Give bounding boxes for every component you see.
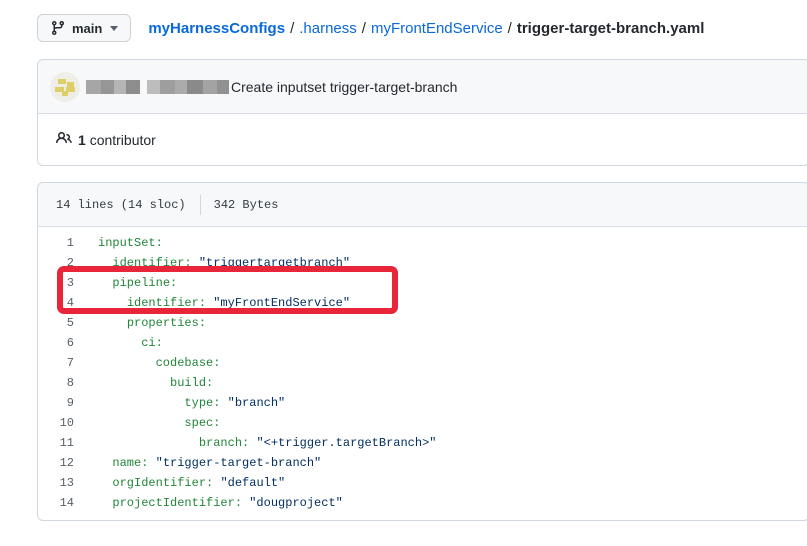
breadcrumb-current-file: trigger-target-branch.yaml [517, 20, 705, 37]
line-number[interactable]: 9 [38, 393, 74, 413]
line-number[interactable]: 7 [38, 353, 74, 373]
contributors-link[interactable]: 1 contributor [56, 130, 156, 149]
line-number[interactable]: 8 [38, 373, 74, 393]
code-line: 10 spec: [38, 413, 807, 433]
code-text: build: [98, 373, 213, 393]
code-line: 9 type: "branch" [38, 393, 807, 413]
breadcrumb-link[interactable]: myHarnessConfigs [148, 20, 285, 37]
file-meta-bar: 14 lines (14 sloc) 342 Bytes [38, 183, 807, 227]
breadcrumb-separator: / [508, 20, 512, 37]
line-number[interactable]: 14 [38, 493, 74, 513]
code-text: identifier: "myFrontEndService" [98, 293, 350, 313]
code-line: 6 ci: [38, 333, 807, 353]
contributor-count: 1 [78, 132, 86, 148]
commit-info-box: Create inputset trigger-target-branch 1 … [37, 59, 807, 166]
contributor-label: contributor [90, 132, 156, 148]
code-view: 1inputSet:2 identifier: "triggertargetbr… [38, 227, 807, 520]
code-line: 12 name: "trigger-target-branch" [38, 453, 807, 473]
code-text: orgIdentifier: "default" [98, 473, 285, 493]
redacted-text-block [86, 80, 140, 94]
redacted-text-block [147, 80, 229, 94]
contributors-row: 1 contributor [38, 114, 807, 165]
code-text: spec: [98, 413, 220, 433]
file-line-count: 14 lines (14 sloc) [56, 198, 186, 212]
avatar[interactable] [50, 72, 80, 102]
code-line: 1 inputSet: [38, 233, 807, 253]
breadcrumb-separator: / [290, 20, 294, 37]
code-line: 4 identifier: "myFrontEndService" [38, 293, 807, 313]
chevron-down-icon [110, 26, 118, 31]
line-number[interactable]: 11 [38, 433, 74, 453]
commit-author-redacted[interactable] [86, 80, 229, 94]
code-text: codebase: [98, 353, 220, 373]
line-number[interactable]: 12 [38, 453, 74, 473]
breadcrumb-separator: / [362, 20, 366, 37]
code-line: 7 codebase: [38, 353, 807, 373]
file-size: 342 Bytes [214, 198, 279, 212]
line-number[interactable]: 2 [38, 253, 74, 273]
file-content-box: 14 lines (14 sloc) 342 Bytes 1inputSet:2… [37, 182, 807, 521]
code-text: properties: [98, 313, 206, 333]
line-number[interactable]: 1 [38, 233, 74, 253]
commit-message: Create inputset trigger-target-branch [231, 79, 457, 95]
breadcrumb-link[interactable]: myFrontEndService [371, 20, 503, 37]
people-icon [56, 130, 72, 149]
code-text: ci: [98, 333, 163, 353]
git-branch-icon [50, 20, 66, 36]
code-line: 5 properties: [38, 313, 807, 333]
line-number[interactable]: 4 [38, 293, 74, 313]
code-line: 13 orgIdentifier: "default" [38, 473, 807, 493]
code-line: 14 projectIdentifier: "dougproject" [38, 493, 807, 513]
code-text: inputSet: [98, 233, 163, 253]
line-number[interactable]: 10 [38, 413, 74, 433]
latest-commit-header: Create inputset trigger-target-branch [38, 60, 807, 114]
breadcrumb: myHarnessConfigs / .harness / myFrontEndServ… [148, 20, 704, 37]
code-text: pipeline: [98, 273, 177, 293]
branch-selector-button[interactable]: main [37, 14, 131, 42]
line-number[interactable]: 5 [38, 313, 74, 333]
line-number[interactable]: 13 [38, 473, 74, 493]
code-text: name: "trigger-target-branch" [98, 453, 321, 473]
line-number[interactable]: 3 [38, 273, 74, 293]
code-line: 8 build: [38, 373, 807, 393]
meta-divider [200, 195, 201, 215]
line-number[interactable]: 6 [38, 333, 74, 353]
code-text: branch: "<+trigger.targetBranch>" [98, 433, 436, 453]
code-line: 11 branch: "<+trigger.targetBranch>" [38, 433, 807, 453]
code-text: type: "branch" [98, 393, 285, 413]
branch-name-label: main [72, 21, 102, 36]
file-navigation-bar: main myHarnessConfigs / .harness / myFrontEn… [37, 13, 807, 43]
code-line: 3 pipeline: [38, 273, 807, 293]
code-text: identifier: "triggertargetbranch" [98, 253, 350, 273]
code-line: 2 identifier: "triggertargetbranch" [38, 253, 807, 273]
code-text: projectIdentifier: "dougproject" [98, 493, 343, 513]
breadcrumb-link[interactable]: .harness [299, 20, 357, 37]
